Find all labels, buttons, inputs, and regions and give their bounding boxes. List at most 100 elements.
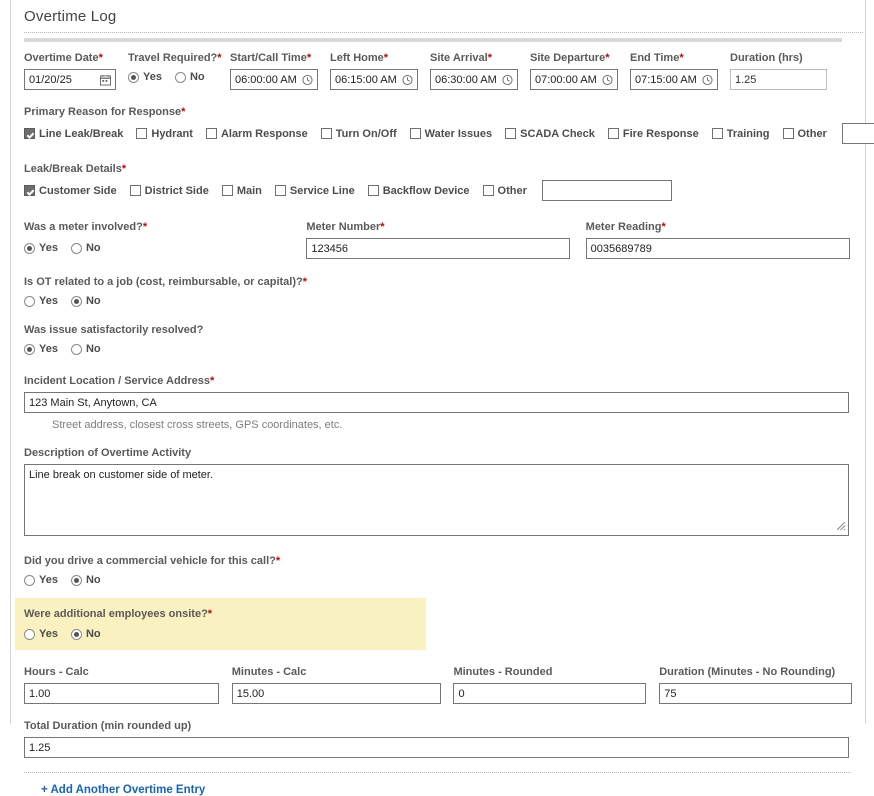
end-time-label: End Time* — [630, 52, 730, 64]
overtime-date-label: Overtime Date* — [24, 52, 128, 64]
leak-break-row-other-input[interactable] — [542, 180, 672, 201]
radio-dot-icon[interactable] — [71, 296, 82, 307]
resolved-radios: Yes No — [24, 343, 865, 355]
checkbox-box-icon[interactable] — [24, 185, 35, 196]
footer-divider — [24, 772, 851, 773]
site-departure-input[interactable] — [530, 69, 618, 90]
radio-dot-icon[interactable] — [71, 344, 82, 355]
additional-employees-yes[interactable]: Yes — [24, 628, 58, 640]
checkbox-service-line[interactable]: Service Line — [275, 185, 355, 197]
checkbox-box-icon[interactable] — [275, 185, 286, 196]
hours-calc-input[interactable] — [24, 683, 219, 704]
site-arrival-input[interactable] — [430, 69, 518, 90]
checkbox-fire-response[interactable]: Fire Response — [608, 128, 699, 140]
checkbox-box-icon[interactable] — [483, 185, 494, 196]
checkbox-box-icon[interactable] — [368, 185, 379, 196]
radio-dot-icon[interactable] — [71, 575, 82, 586]
title-divider — [24, 32, 863, 33]
checkbox-box-icon[interactable] — [130, 185, 141, 196]
hours-calc-label: Hours - Calc — [24, 666, 232, 678]
end-time-input[interactable] — [630, 69, 718, 90]
duration-hrs-field: Duration (hrs) — [730, 52, 839, 90]
checkbox-line-leak-break[interactable]: Line Leak/Break — [24, 128, 123, 140]
checkbox-box-icon[interactable] — [712, 128, 723, 139]
checkbox-main[interactable]: Main — [222, 185, 262, 197]
checkbox-water-issues[interactable]: Water Issues — [410, 128, 492, 140]
checkbox-customer-side[interactable]: Customer Side — [24, 185, 117, 197]
checkbox-box-icon[interactable] — [136, 128, 147, 139]
radio-dot-icon[interactable] — [24, 296, 35, 307]
radio-dot-icon[interactable] — [24, 629, 35, 640]
meter-reading-group: Meter Reading* — [586, 221, 865, 259]
commercial-vehicle-group: Did you drive a commercial vehicle for t… — [24, 555, 865, 586]
checkbox-box-icon[interactable] — [321, 128, 332, 139]
checkbox-box-icon[interactable] — [410, 128, 421, 139]
additional-employees-group: Were additional employees onsite?* Yes N… — [15, 598, 426, 650]
total-duration-group: Total Duration (min rounded up) — [24, 720, 865, 758]
radio-dot-icon[interactable] — [128, 72, 139, 83]
resolved-no[interactable]: No — [71, 343, 101, 355]
checkbox-other[interactable]: Other — [483, 185, 527, 197]
radio-dot-icon[interactable] — [71, 629, 82, 640]
checkbox-box-icon[interactable] — [24, 128, 35, 139]
required-asterisk: * — [303, 276, 307, 288]
left-home-field: Left Home* — [330, 52, 430, 90]
additional-employees-no[interactable]: No — [71, 628, 101, 640]
checkbox-box-icon[interactable] — [222, 185, 233, 196]
checkbox-box-icon[interactable] — [608, 128, 619, 139]
commercial-vehicle-label: Did you drive a commercial vehicle for t… — [24, 555, 865, 567]
left-home-input[interactable] — [330, 69, 418, 90]
checkbox-district-side[interactable]: District Side — [130, 185, 209, 197]
incident-location-input[interactable] — [24, 392, 849, 413]
commercial-vehicle-yes[interactable]: Yes — [24, 574, 58, 586]
radio-dot-icon[interactable] — [175, 72, 186, 83]
checkbox-hydrant[interactable]: Hydrant — [136, 128, 193, 140]
required-asterisk: * — [208, 608, 212, 620]
resolved-yes[interactable]: Yes — [24, 343, 58, 355]
add-another-overtime-entry-link[interactable]: + Add Another Overtime Entry — [41, 784, 205, 796]
resize-handle-icon[interactable] — [837, 522, 846, 531]
meter-number-input[interactable] — [306, 238, 570, 259]
site-departure-input-wrap — [530, 69, 618, 90]
start-call-time-input[interactable] — [230, 69, 318, 90]
checkbox-backflow-device[interactable]: Backflow Device — [368, 185, 470, 197]
duration-minutes-no-rounding-input[interactable] — [659, 683, 852, 704]
minutes-calc-input[interactable] — [232, 683, 441, 704]
radio-dot-icon[interactable] — [24, 344, 35, 355]
radio-dot-icon[interactable] — [24, 575, 35, 586]
checkbox-turn-on-off[interactable]: Turn On/Off — [321, 128, 397, 140]
overtime-date-input[interactable] — [24, 69, 116, 90]
travel-required-yes[interactable]: Yes — [128, 71, 162, 83]
checkbox-box-icon[interactable] — [505, 128, 516, 139]
meter-involved-yes[interactable]: Yes — [24, 242, 58, 254]
start-call-time-field: Start/Call Time* — [230, 52, 330, 90]
meter-involved-no[interactable]: No — [71, 242, 101, 254]
travel-required-no[interactable]: No — [175, 71, 205, 83]
description-textarea[interactable]: Line break on customer side of meter. — [24, 464, 849, 536]
total-duration-input[interactable] — [24, 737, 849, 758]
checkbox-training[interactable]: Training — [712, 128, 770, 140]
required-asterisk: * — [488, 52, 492, 64]
primary-reason-row-other-input[interactable] — [842, 123, 874, 144]
radio-dot-icon[interactable] — [71, 243, 82, 254]
section-accent-bar — [24, 38, 842, 42]
radio-dot-icon[interactable] — [24, 243, 35, 254]
checkbox-box-icon[interactable] — [783, 128, 794, 139]
ot-job-yes[interactable]: Yes — [24, 295, 58, 307]
ot-job-no[interactable]: No — [71, 295, 101, 307]
required-asterisk: * — [661, 221, 665, 233]
left-home-label: Left Home* — [330, 52, 430, 64]
additional-employees-radios: Yes No — [24, 628, 426, 640]
minutes-rounded-input[interactable] — [453, 683, 646, 704]
checkbox-scada-check[interactable]: SCADA Check — [505, 128, 595, 140]
checkbox-other[interactable]: Other — [783, 128, 827, 140]
datetime-row: Overtime Date*Travel Required?*YesNoStar… — [24, 52, 865, 90]
checkbox-alarm-response[interactable]: Alarm Response — [206, 128, 308, 140]
meter-number-label: Meter Number* — [306, 221, 585, 233]
checkbox-box-icon[interactable] — [206, 128, 217, 139]
site-arrival-label: Site Arrival* — [430, 52, 530, 64]
meter-reading-input[interactable] — [586, 238, 850, 259]
duration-hrs-input[interactable] — [730, 69, 827, 90]
commercial-vehicle-radios: Yes No — [24, 574, 865, 586]
commercial-vehicle-no[interactable]: No — [71, 574, 101, 586]
